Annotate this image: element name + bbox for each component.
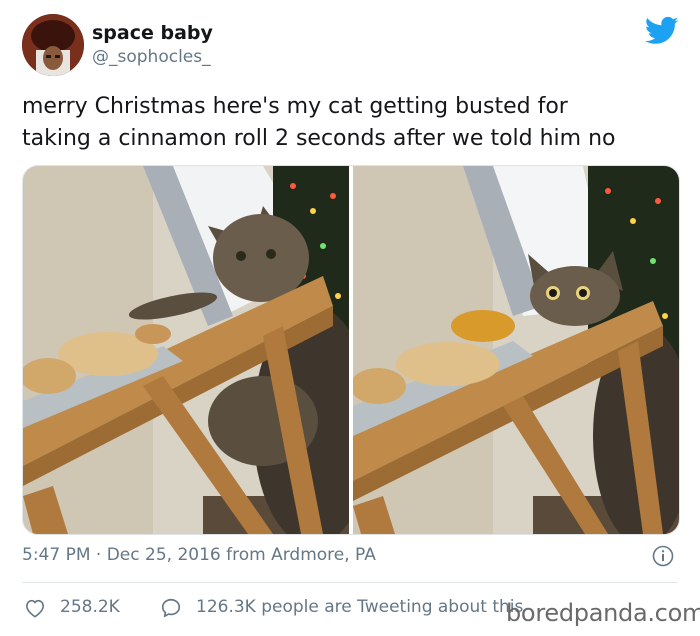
speech-bubble-icon[interactable]	[160, 597, 182, 619]
tweet-timestamp[interactable]: 5:47 PM · Dec 25, 2016 from Ardmore, PA	[22, 545, 376, 565]
divider	[22, 582, 678, 583]
heart-icon[interactable]	[24, 598, 46, 618]
cat-photo-left[interactable]	[23, 166, 349, 534]
cat-photo-right[interactable]	[353, 166, 679, 534]
tweeting-about-link[interactable]: 126.3K people are Tweeting about this	[196, 597, 523, 617]
tweet-text-line1: merry Christmas here's my cat getting bu…	[22, 94, 568, 119]
like-count[interactable]: 258.2K	[60, 597, 120, 617]
info-icon[interactable]	[652, 545, 674, 567]
author-name[interactable]: space baby	[92, 22, 213, 44]
tweet-text: merry Christmas here's my cat getting bu…	[22, 91, 682, 155]
avatar[interactable]	[22, 14, 84, 76]
watermark: boredpanda.com	[506, 599, 700, 627]
tweet-text-line2: taking a cinnamon roll 2 seconds after w…	[22, 126, 616, 151]
tweet-media[interactable]	[22, 165, 680, 535]
author-handle[interactable]: @_sophocles_	[92, 47, 211, 67]
twitter-bird-icon[interactable]	[645, 16, 679, 46]
